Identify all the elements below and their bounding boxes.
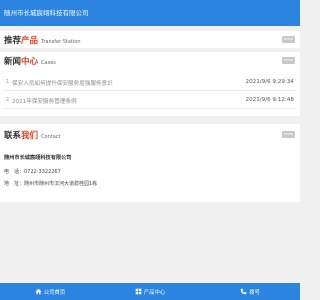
nav-call-label: 拨号 (249, 289, 260, 296)
news-list-item[interactable]: 2 2021年保安服务管理条例 2021/9/6 9:12:48 (4, 93, 296, 109)
contact-title-main: 联系 (4, 131, 22, 141)
news-list-item[interactable]: 1 保安人员如何提升保安服务增强服务意识 2021/9/6 9:29:34 (4, 75, 296, 91)
contact-section: 联系 我们 Contact more 随州市长城宸翊科技有限公司 电 话：072… (0, 124, 300, 202)
news-item-title[interactable]: 2021年保安服务管理条例 (12, 97, 77, 105)
contact-heading: 联系 我们 Contact (4, 129, 60, 141)
news-item-title[interactable]: 保安人员如何提升保安服务增强服务意识 (12, 79, 113, 87)
nav-home[interactable]: 公司首页 (0, 283, 100, 300)
bottom-nav: 公司首页 产品中心 拨号 (0, 283, 300, 300)
phone-icon (240, 288, 247, 295)
top-header: 随州市长城宸翊科技有限公司 (0, 0, 300, 26)
recommend-subtitle: Transfer Station (41, 39, 81, 45)
news-subtitle: Cases (41, 60, 56, 66)
news-item-date: 2021/9/6 9:12:48 (245, 97, 294, 103)
contact-more-button[interactable]: more (282, 131, 295, 138)
contact-subtitle: Contact (41, 134, 61, 140)
recommend-heading: 推荐 产品 Transfer Station (4, 34, 81, 46)
company-name: 随州市长城宸翊科技有限公司 (4, 155, 72, 161)
recommend-title-accent: 产品 (21, 36, 39, 46)
news-title-accent: 中心 (21, 57, 39, 67)
contact-address: 地 址：随州市随州市汉河大道碧桂园1栋 (4, 181, 98, 187)
contact-title-accent: 我们 (21, 131, 39, 141)
recommend-more-button[interactable]: more (282, 36, 295, 43)
news-item-date: 2021/9/6 9:29:34 (245, 79, 294, 85)
recommend-section: 推荐 产品 Transfer Station more (0, 31, 300, 48)
recommend-title-main: 推荐 (4, 36, 22, 46)
nav-call[interactable]: 拨号 (200, 283, 300, 300)
news-section: 新闻 中心 Cases more 1 保安人员如何提升保安服务增强服务意识 20… (0, 52, 300, 116)
news-item-number: 1 (6, 79, 10, 85)
nav-home-label: 公司首页 (43, 289, 66, 296)
nav-products-label: 产品中心 (143, 289, 166, 296)
site-title: 随州市长城宸翊科技有限公司 (4, 9, 89, 17)
news-item-number: 2 (6, 97, 10, 103)
contact-phone[interactable]: 电 话：0722-3322267 (4, 168, 61, 175)
news-heading: 新闻 中心 Cases (4, 55, 56, 67)
news-more-button[interactable]: more (282, 57, 295, 64)
news-title-main: 新闻 (4, 57, 22, 67)
grid-icon (135, 288, 142, 295)
home-icon (35, 288, 42, 295)
nav-products[interactable]: 产品中心 (100, 283, 200, 300)
